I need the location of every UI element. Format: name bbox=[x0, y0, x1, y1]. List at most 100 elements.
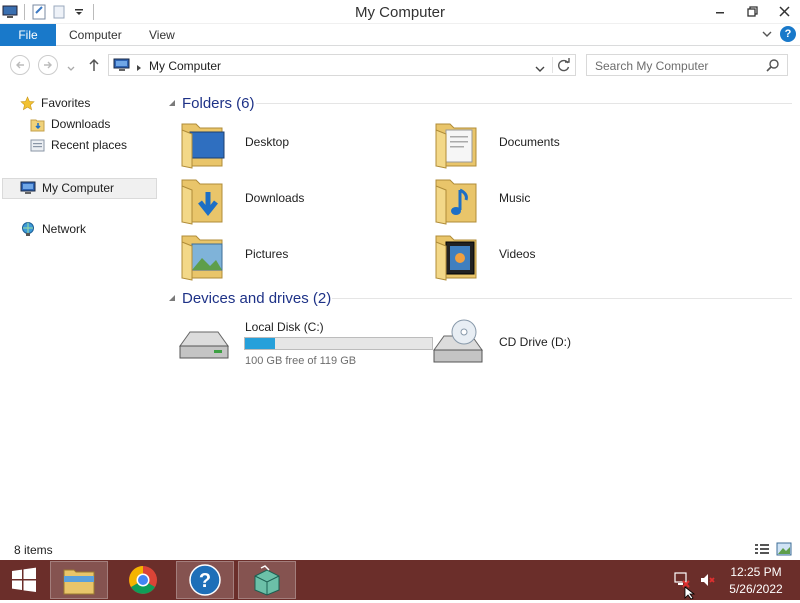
taskbar: ? 12:25 PM 5/26/2022 bbox=[0, 560, 800, 600]
taskbar-chrome[interactable] bbox=[114, 561, 172, 599]
group-divider bbox=[332, 298, 792, 299]
up-arrow-icon bbox=[89, 58, 99, 71]
recent-locations-icon[interactable] bbox=[67, 61, 75, 75]
forward-arrow-icon bbox=[44, 61, 52, 69]
folder-documents[interactable]: Documents bbox=[432, 116, 682, 170]
nav-item-my-computer[interactable]: My Computer bbox=[20, 178, 114, 198]
drive-cd-d[interactable]: CD Drive (D:) bbox=[432, 316, 682, 370]
ribbon-right-controls: ? bbox=[762, 26, 796, 42]
view-buttons bbox=[754, 542, 792, 559]
recent-places-icon bbox=[30, 139, 45, 151]
ribbon: File Computer View ? bbox=[0, 24, 800, 46]
mouse-cursor-icon bbox=[684, 586, 696, 603]
folder-pictures[interactable]: Pictures bbox=[178, 228, 428, 282]
nav-label: Network bbox=[42, 222, 87, 236]
title-bar: My Computer bbox=[0, 0, 800, 24]
drive-label: CD Drive (D:) bbox=[499, 335, 571, 349]
status-bar: 8 items bbox=[0, 538, 800, 560]
file-explorer-icon bbox=[63, 569, 95, 595]
nav-item-downloads[interactable]: Downloads bbox=[30, 114, 110, 134]
refresh-icon[interactable] bbox=[557, 58, 571, 75]
restore-button[interactable] bbox=[736, 0, 768, 22]
search-box[interactable]: Search My Computer bbox=[586, 54, 788, 76]
desktop-folder-icon bbox=[181, 123, 225, 169]
taskbar-help[interactable]: ? bbox=[176, 561, 234, 599]
network-icon bbox=[22, 222, 34, 236]
collapse-icon bbox=[169, 100, 175, 106]
hard-drive-icon bbox=[179, 331, 229, 359]
folder-label: Downloads bbox=[245, 191, 305, 205]
folder-label: Documents bbox=[499, 135, 560, 149]
nav-item-network[interactable]: Network bbox=[20, 219, 86, 239]
folder-label: Pictures bbox=[245, 247, 289, 261]
folder-videos[interactable]: Videos bbox=[432, 228, 682, 282]
content-pane: Folders (6) Desktop Documents Downloads … bbox=[164, 86, 800, 536]
back-button[interactable] bbox=[10, 55, 30, 75]
folder-downloads[interactable]: Downloads bbox=[178, 172, 428, 226]
taskbar-app[interactable] bbox=[238, 561, 296, 599]
help-icon: ? bbox=[189, 564, 221, 596]
group-divider bbox=[256, 103, 792, 104]
taskbar-file-explorer[interactable] bbox=[50, 561, 108, 599]
downloads-folder-icon bbox=[181, 179, 223, 225]
drive-usage-fill bbox=[245, 338, 275, 349]
address-divider bbox=[552, 57, 553, 73]
folder-desktop[interactable]: Desktop bbox=[178, 116, 428, 170]
large-icons-view-icon[interactable] bbox=[776, 542, 792, 559]
volume-muted-icon[interactable] bbox=[700, 572, 716, 591]
folder-label: Music bbox=[499, 191, 531, 205]
navigation-bar: My Computer Search My Computer bbox=[0, 50, 800, 80]
chrome-icon bbox=[129, 566, 157, 594]
svg-text:?: ? bbox=[199, 570, 211, 592]
nav-item-favorites[interactable]: Favorites bbox=[20, 93, 90, 113]
address-path[interactable]: My Computer bbox=[149, 59, 221, 73]
star-icon bbox=[20, 95, 35, 110]
computer-icon bbox=[20, 181, 36, 194]
clock-time: 12:25 PM bbox=[730, 565, 782, 579]
back-arrow-icon bbox=[16, 61, 24, 69]
search-icon[interactable] bbox=[766, 59, 779, 75]
drives-group-header[interactable]: Devices and drives (2) bbox=[168, 288, 331, 308]
up-button[interactable] bbox=[88, 58, 100, 75]
nav-label: Favorites bbox=[41, 96, 91, 110]
tab-computer[interactable]: Computer bbox=[69, 24, 122, 46]
cd-drive-icon bbox=[433, 319, 483, 363]
documents-folder-icon bbox=[435, 123, 477, 169]
breadcrumb-chevron-icon[interactable] bbox=[136, 61, 142, 75]
music-folder-icon bbox=[435, 179, 477, 225]
help-button[interactable]: ? bbox=[780, 26, 796, 42]
window-controls bbox=[704, 0, 800, 22]
folder-music[interactable]: Music bbox=[432, 172, 682, 226]
computer-icon bbox=[113, 58, 131, 75]
group-title: Devices and drives (2) bbox=[182, 289, 332, 307]
nav-label: My Computer bbox=[42, 181, 115, 195]
search-input[interactable]: Search My Computer bbox=[595, 59, 708, 73]
videos-folder-icon bbox=[435, 235, 477, 281]
navigation-pane: Favorites Downloads Recent places My Com… bbox=[0, 86, 160, 536]
folders-group-header[interactable]: Folders (6) bbox=[168, 93, 255, 113]
package-icon bbox=[254, 565, 280, 596]
drive-free-space: 100 GB free of 119 GB bbox=[245, 355, 357, 367]
clock[interactable]: 12:25 PM 5/26/2022 bbox=[726, 564, 786, 598]
group-title: Folders (6) bbox=[182, 94, 255, 112]
forward-button[interactable] bbox=[38, 55, 58, 75]
drive-usage-bar bbox=[244, 337, 433, 350]
minimize-button[interactable] bbox=[704, 0, 736, 22]
pictures-folder-icon bbox=[181, 235, 223, 281]
nav-label: Downloads bbox=[51, 117, 111, 131]
tab-file[interactable]: File bbox=[0, 24, 56, 46]
folder-label: Desktop bbox=[245, 135, 290, 149]
expand-ribbon-icon[interactable] bbox=[762, 27, 772, 41]
start-button[interactable] bbox=[4, 564, 44, 596]
folder-label: Videos bbox=[499, 247, 536, 261]
drive-label: Local Disk (C:) bbox=[245, 320, 324, 334]
nav-item-recent-places[interactable]: Recent places bbox=[30, 135, 127, 155]
address-dropdown-icon[interactable] bbox=[535, 62, 545, 76]
drive-local-disk-c[interactable]: Local Disk (C:) 100 GB free of 119 GB bbox=[178, 316, 438, 370]
details-view-icon[interactable] bbox=[754, 542, 770, 559]
tab-view[interactable]: View bbox=[149, 24, 175, 46]
clock-date: 5/26/2022 bbox=[729, 582, 783, 596]
address-bar[interactable]: My Computer bbox=[108, 54, 576, 76]
collapse-icon bbox=[169, 295, 175, 301]
close-button[interactable] bbox=[768, 0, 800, 22]
